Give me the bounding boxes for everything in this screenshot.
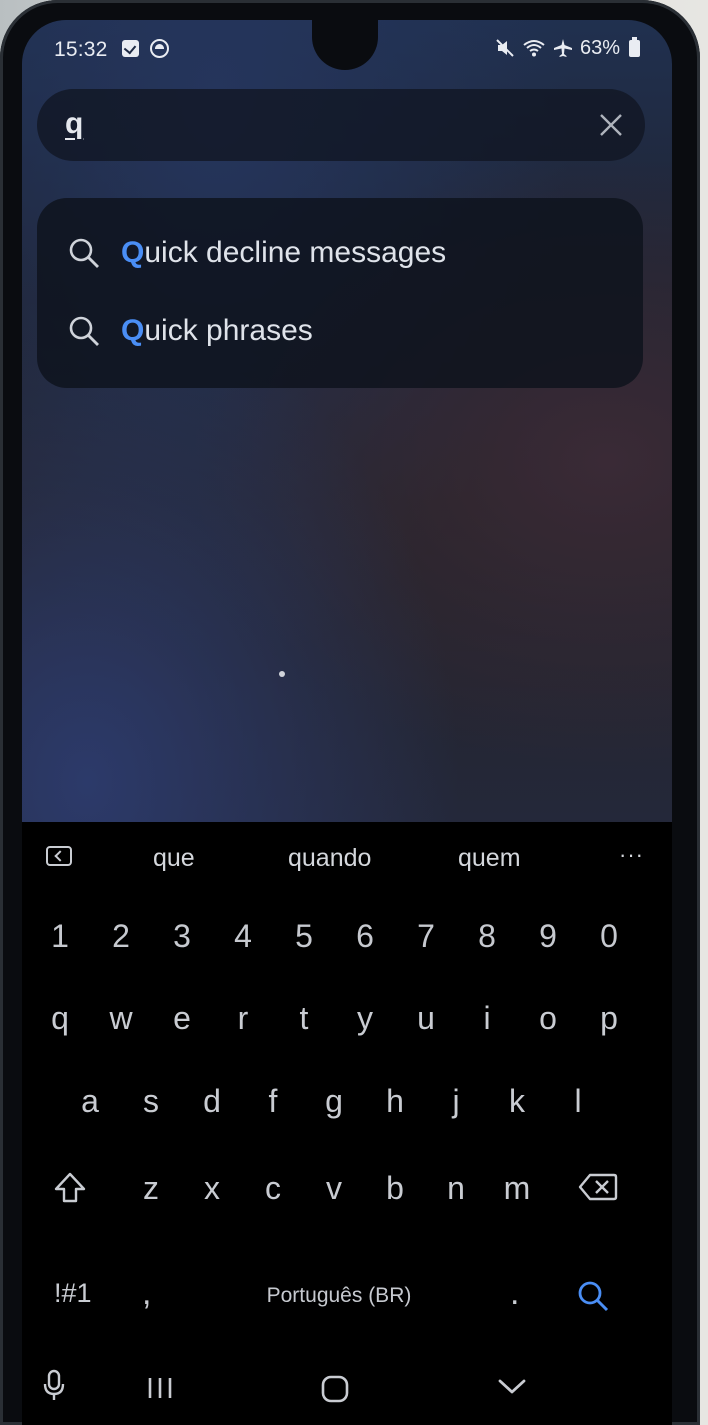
space-key[interactable]: Português (BR) (227, 1284, 451, 1308)
suggestion-item[interactable]: Quick phrases (37, 296, 643, 370)
key[interactable]: f (246, 1065, 300, 1137)
key[interactable]: b (368, 1152, 422, 1224)
key[interactable]: j (429, 1065, 483, 1137)
prediction-word[interactable]: quando (288, 844, 371, 873)
backspace-icon[interactable] (578, 1172, 618, 1202)
more-options-icon[interactable]: ··· (619, 842, 644, 868)
symbols-key[interactable]: !#1 (54, 1278, 92, 1309)
key[interactable]: n (429, 1152, 483, 1224)
key[interactable]: 5 (277, 900, 331, 972)
letter-row-3: z x c v b n m (22, 1152, 672, 1232)
key[interactable]: g (307, 1065, 361, 1137)
suggestion-label: Quick phrases (121, 314, 313, 347)
prediction-word[interactable]: quem (458, 844, 521, 873)
screen: 15:32 63% q Quick decline messages Quick… (22, 20, 672, 1425)
key[interactable]: 9 (521, 900, 575, 972)
letter-row-2: a s d f g h j k l (22, 1065, 672, 1145)
prediction-word[interactable]: que (153, 844, 195, 873)
key[interactable]: 2 (94, 900, 148, 972)
search-query: q (65, 107, 84, 140)
search-icon[interactable] (576, 1279, 610, 1313)
key[interactable]: a (63, 1065, 117, 1137)
airplane-mode-icon (553, 39, 572, 57)
microphone-icon[interactable] (42, 1369, 66, 1403)
key[interactable]: 8 (460, 900, 514, 972)
loading-dot (279, 671, 285, 677)
comma-key[interactable]: , (142, 1274, 151, 1313)
search-input[interactable]: q (37, 89, 645, 161)
key[interactable]: r (216, 982, 270, 1054)
battery-icon (629, 36, 640, 57)
search-icon (69, 238, 99, 268)
suggestion-label: Quick decline messages (121, 236, 447, 269)
letter-row-1: q w e r t y u i o p (22, 982, 672, 1062)
key[interactable]: e (155, 982, 209, 1054)
key[interactable]: d (185, 1065, 239, 1137)
number-row: 1 2 3 4 5 6 7 8 9 0 (22, 900, 672, 980)
wifi-icon (523, 40, 545, 57)
recent-apps-icon[interactable] (147, 1375, 173, 1401)
period-key[interactable]: . (510, 1274, 519, 1313)
key[interactable]: o (521, 982, 575, 1054)
search-icon (69, 316, 99, 346)
key[interactable]: y (338, 982, 392, 1054)
key[interactable]: t (277, 982, 331, 1054)
shift-icon[interactable] (52, 1170, 88, 1206)
key[interactable]: x (185, 1152, 239, 1224)
close-icon[interactable] (597, 111, 625, 139)
key[interactable]: m (490, 1152, 544, 1224)
key[interactable]: 0 (582, 900, 636, 972)
keyboard: que quando quem ··· 1 2 3 4 5 6 7 8 9 0 … (22, 822, 672, 1425)
key[interactable]: i (460, 982, 514, 1054)
key[interactable]: 3 (155, 900, 209, 972)
key[interactable]: 4 (216, 900, 270, 972)
checkbox-notification-icon (122, 40, 139, 57)
battery-percent: 63% (579, 37, 620, 59)
key[interactable]: v (307, 1152, 361, 1224)
key[interactable]: l (551, 1065, 605, 1137)
home-icon[interactable] (320, 1374, 350, 1404)
suggestion-item[interactable]: Quick decline messages (37, 218, 643, 292)
key[interactable]: p (582, 982, 636, 1054)
key[interactable]: q (33, 982, 87, 1054)
key[interactable]: s (124, 1065, 178, 1137)
key[interactable]: u (399, 982, 453, 1054)
mute-icon (496, 39, 514, 57)
status-time: 15:32 (54, 38, 108, 61)
keyboard-toolbar-icon[interactable] (46, 846, 72, 866)
status-right: 63% (495, 36, 640, 59)
suggestion-list: Quick decline messages Quick phrases (37, 198, 643, 388)
navigation-bar (22, 1345, 672, 1425)
key[interactable]: z (124, 1152, 178, 1224)
prediction-bar: que quando quem ··· (22, 822, 672, 892)
app-notification-icon (150, 39, 169, 58)
key[interactable]: h (368, 1065, 422, 1137)
key[interactable]: c (246, 1152, 300, 1224)
key[interactable]: w (94, 982, 148, 1054)
chevron-down-icon[interactable] (497, 1377, 527, 1397)
key[interactable]: 1 (33, 900, 87, 972)
phone-frame: 15:32 63% q Quick decline messages Quick… (0, 0, 700, 1425)
status-bar: 15:32 63% (22, 20, 672, 76)
key[interactable]: 7 (399, 900, 453, 972)
key[interactable]: k (490, 1065, 544, 1137)
key[interactable]: 6 (338, 900, 392, 972)
